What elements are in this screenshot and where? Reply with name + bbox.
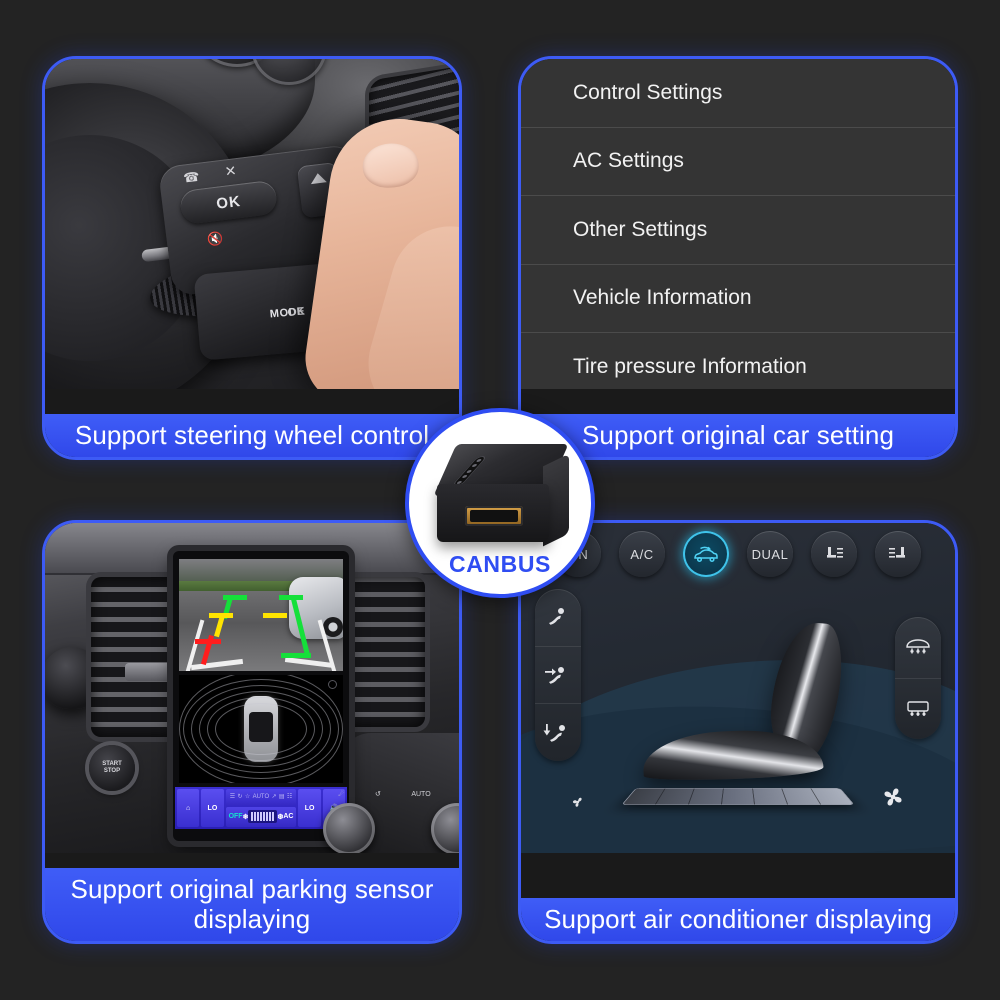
- canbus-badge: CANBUS: [405, 408, 595, 598]
- guide-tick-green-left: [223, 595, 247, 600]
- seat-heater-right-icon[interactable]: [875, 531, 921, 577]
- recirculation-icon[interactable]: ↻: [237, 793, 242, 800]
- defrost-icon[interactable]: ☆: [245, 793, 250, 800]
- phone-icon: ☎: [182, 168, 201, 186]
- ac-label[interactable]: AC: [283, 813, 293, 820]
- ac-compressor-label: A/C: [630, 546, 654, 562]
- module-connector-port: [465, 506, 523, 526]
- seat-heater-icon[interactable]: ☰: [230, 793, 235, 800]
- airflow-face-icon[interactable]: [535, 589, 581, 647]
- mode-off-label[interactable]: OFF: [229, 813, 243, 820]
- settings-item-tire-pressure-information[interactable]: Tire pressure Information: [521, 333, 955, 389]
- settings-item-vehicle-information[interactable]: Vehicle Information: [521, 265, 955, 333]
- airflow-feet-icon[interactable]: [535, 704, 581, 761]
- hard-button-row: ☄ ↺ AUTO ▣: [323, 787, 459, 801]
- canbus-module-icon: [433, 444, 569, 547]
- steering-wheel-photo: ☎ ✕ OK 🔇 MODE OK: [45, 59, 459, 389]
- module-front-face: [437, 484, 549, 542]
- feature-card-parking-sensor: START STOP ⌂ LO ☰ ↻ ☆ AUTO ↗ ▤ ☷ OFF ❄ ❆…: [42, 520, 462, 944]
- head-unit-screen: ⌂ LO ☰ ↻ ☆ AUTO ↗ ▤ ☷ OFF ❄ ❆ AC LO ☄ ↺ …: [173, 551, 459, 853]
- dashboard-photo: START STOP ⌂ LO ☰ ↻ ☆ AUTO ↗ ▤ ☷ OFF ❄ ❆…: [45, 523, 459, 853]
- settings-item-ac-settings[interactable]: AC Settings: [521, 128, 955, 196]
- guide-tick-red-left: [195, 639, 221, 644]
- dashboard-surface: START STOP ⌂ LO ☰ ↻ ☆ AUTO ↗ ▤ ☷ OFF ❄ ❆…: [45, 523, 459, 853]
- recirculation-car-icon[interactable]: [683, 531, 729, 577]
- radar-arc: [179, 675, 343, 783]
- airflow-body-icon[interactable]: [535, 647, 581, 705]
- mute-icon: 🔇: [206, 230, 224, 248]
- settings-item-control-settings[interactable]: Control Settings: [521, 59, 955, 128]
- settings-screen: Control Settings AC Settings Other Setti…: [521, 59, 955, 389]
- airflow-direction-pill: [535, 589, 581, 761]
- voice-off-icon: ✕: [223, 162, 238, 180]
- climate-control-strip: ⌂ LO ☰ ↻ ☆ AUTO ↗ ▤ ☷ OFF ❄ ❆ AC LO: [175, 787, 347, 829]
- card-caption-parking-sensor: Support original parking sensor displayi…: [45, 867, 459, 941]
- card-caption-air-conditioner: Support air conditioner displaying: [521, 898, 955, 941]
- card-caption-car-setting: Support original car setting: [521, 414, 955, 457]
- seat-heater-left-icon[interactable]: [811, 531, 857, 577]
- ac-dual-zone-button[interactable]: DUAL: [747, 531, 793, 577]
- defrost-hard-button[interactable]: ☄: [338, 790, 344, 798]
- module-led-row: [451, 456, 488, 486]
- feature-card-air-conditioner: ON A/C DUAL: [518, 520, 958, 944]
- feature-card-car-setting: Control Settings AC Settings Other Setti…: [518, 56, 958, 460]
- settings-gear-icon[interactable]: [328, 680, 337, 689]
- settings-menu: Control Settings AC Settings Other Setti…: [521, 59, 955, 389]
- car-wheel: [323, 617, 343, 637]
- infographic-stage: ☎ ✕ OK 🔇 MODE OK Support steering wheel …: [0, 0, 1000, 1000]
- fan-high-icon[interactable]: [877, 781, 909, 813]
- ac-compressor-button[interactable]: A/C: [619, 531, 665, 577]
- climate-icon-row: ☰ ↻ ☆ AUTO ↗ ▤ ☷: [225, 789, 297, 805]
- climate-value-row: OFF ❄ ❆ AC: [225, 806, 297, 827]
- recirc-hard-button[interactable]: ↺: [375, 790, 381, 798]
- fingernail: [361, 141, 421, 190]
- card-caption-steering-wheel: Support steering wheel control: [45, 414, 459, 457]
- auto-hard-button[interactable]: AUTO: [411, 791, 430, 798]
- parking-sensor-radar: [179, 675, 343, 783]
- seat-vent-icon[interactable]: ☷: [287, 793, 292, 800]
- guide-tick-green-right-bottom: [281, 653, 311, 658]
- fan-low-icon[interactable]: [567, 791, 589, 813]
- climate-left-group: ⌂ LO: [177, 789, 224, 827]
- guide-tick-yellow-left: [209, 613, 233, 618]
- driver-temp-display[interactable]: LO: [201, 789, 224, 827]
- guide-tick-green-right: [279, 595, 303, 600]
- passenger-temp-display[interactable]: LO: [298, 789, 321, 827]
- ok-button[interactable]: OK: [178, 179, 279, 226]
- settings-item-other-settings[interactable]: Other Settings: [521, 196, 955, 265]
- start-stop-label: START STOP: [102, 760, 122, 774]
- start-stop-button[interactable]: START STOP: [89, 745, 135, 791]
- home-button[interactable]: ⌂: [177, 789, 200, 827]
- rear-defog-icon[interactable]: [895, 679, 941, 740]
- fan-speed-bars[interactable]: [248, 810, 278, 824]
- guide-tick-yellow-right: [263, 613, 287, 618]
- defrost-pill: [895, 617, 941, 739]
- front-defrost-icon[interactable]: [895, 617, 941, 679]
- rear-defog-icon[interactable]: ▤: [279, 793, 285, 800]
- reverse-camera-view: [179, 559, 343, 671]
- driver-temp-knob[interactable]: [323, 803, 375, 853]
- auto-label[interactable]: AUTO: [253, 794, 270, 800]
- climate-center-group: ☰ ↻ ☆ AUTO ↗ ▤ ☷ OFF ❄ ❆ AC: [225, 789, 297, 827]
- ac-dual-label: DUAL: [751, 546, 789, 562]
- airflow-icon[interactable]: ↗: [271, 793, 276, 800]
- feature-card-steering-wheel: ☎ ✕ OK 🔇 MODE OK Support steering wheel …: [42, 56, 462, 460]
- fan-speed-bar[interactable]: [622, 788, 854, 805]
- canbus-label: CANBUS: [449, 551, 551, 577]
